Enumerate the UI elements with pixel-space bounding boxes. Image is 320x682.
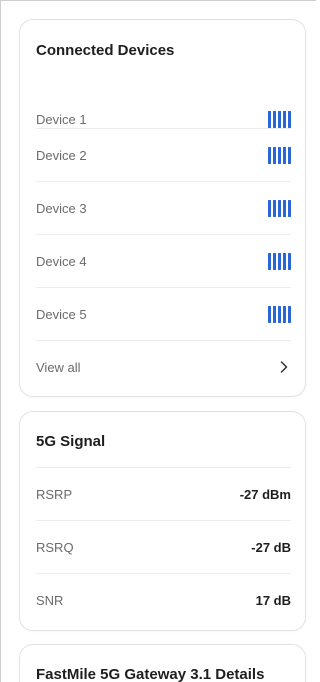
signal-strength-icon xyxy=(268,305,291,323)
signal-strength-icon xyxy=(268,252,291,270)
view-all-label: View all xyxy=(36,359,81,375)
signal-strength-icon xyxy=(268,199,291,217)
signal-bar xyxy=(288,252,291,270)
signal-bar xyxy=(278,146,281,164)
signal-bar xyxy=(288,305,291,323)
metric-row-snr: SNR 17 dB xyxy=(36,573,291,626)
signal-bar xyxy=(288,111,291,128)
device-label: Device 3 xyxy=(36,200,87,216)
signal-bar xyxy=(268,146,271,164)
metric-row-rsrp: RSRP -27 dBm xyxy=(36,467,291,520)
metric-label: RSRP xyxy=(36,486,73,502)
signal-bar xyxy=(273,146,276,164)
device-row-2[interactable]: Device 2 xyxy=(36,128,291,181)
chevron-right-icon xyxy=(277,360,291,374)
metric-value: 17 dB xyxy=(255,592,291,608)
signal-bar xyxy=(288,146,291,164)
signal-bar xyxy=(268,199,271,217)
connected-devices-title: Connected Devices xyxy=(36,42,175,59)
device-label: Device 5 xyxy=(36,306,87,322)
app-page: Connected Devices Device 1 Device 2 Devi… xyxy=(0,0,316,682)
signal-bar xyxy=(283,111,286,128)
signal-bar xyxy=(278,305,281,323)
signal-bar xyxy=(278,199,281,217)
signal-bar xyxy=(278,252,281,270)
signal-strength-icon xyxy=(268,146,291,164)
connected-devices-card: Connected Devices Device 1 Device 2 Devi… xyxy=(19,19,306,397)
signal-strength-icon xyxy=(268,111,291,129)
signal-bar xyxy=(273,199,276,217)
device-label: Device 1 xyxy=(36,112,87,127)
metric-label: RSRQ xyxy=(36,539,74,555)
signal-5g-title: 5G Signal xyxy=(36,433,106,450)
metric-row-rsrq: RSRQ -27 dB xyxy=(36,520,291,573)
signal-bar xyxy=(278,111,281,128)
signal-bar xyxy=(273,252,276,270)
metric-value: -27 dBm xyxy=(239,486,291,502)
signal-bar xyxy=(273,305,276,323)
device-label: Device 2 xyxy=(36,147,87,163)
signal-bar xyxy=(268,111,271,128)
signal-bar xyxy=(268,305,271,323)
gateway-details-title: FastMile 5G Gateway 3.1 Details xyxy=(36,666,265,682)
signal-bar xyxy=(273,111,276,128)
metric-value: -27 dB xyxy=(251,539,291,555)
device-row-5[interactable]: Device 5 xyxy=(36,287,291,340)
view-all-button[interactable]: View all xyxy=(36,340,291,393)
device-label: Device 4 xyxy=(36,253,87,269)
signal-bar xyxy=(283,305,286,323)
signal-bar xyxy=(283,252,286,270)
signal-bar xyxy=(288,199,291,217)
signal-bar xyxy=(283,146,286,164)
signal-bar xyxy=(268,252,271,270)
signal-bar xyxy=(283,199,286,217)
device-row-4[interactable]: Device 4 xyxy=(36,234,291,287)
signal-5g-card: 5G Signal RSRP -27 dBm RSRQ -27 dB SNR 1… xyxy=(19,411,306,631)
device-row-3[interactable]: Device 3 xyxy=(36,181,291,234)
gateway-details-card[interactable]: FastMile 5G Gateway 3.1 Details xyxy=(19,644,306,682)
metric-label: SNR xyxy=(36,592,64,608)
